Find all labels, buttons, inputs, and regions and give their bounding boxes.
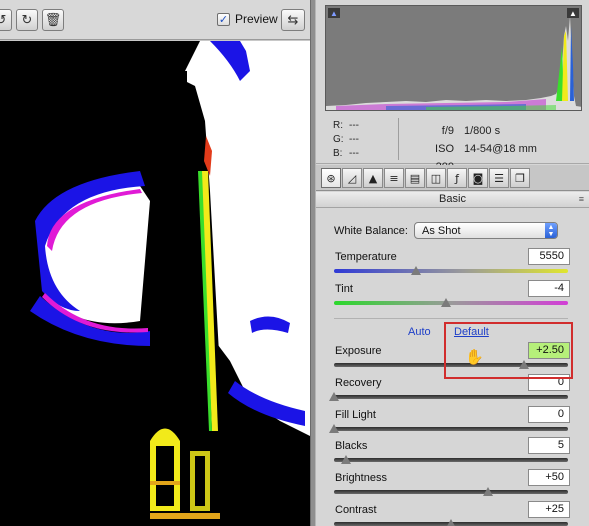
exposure-label: Exposure — [335, 345, 382, 357]
snapshots-icon[interactable]: ❐ — [510, 168, 530, 188]
auto-link[interactable]: Auto — [408, 326, 431, 338]
blacks-field[interactable]: 5 — [528, 437, 570, 454]
white-balance-label: White Balance: — [334, 224, 408, 237]
contrast-thumb[interactable] — [446, 519, 456, 526]
tone-curve-icon[interactable]: ◿ — [342, 168, 362, 188]
fill-light-label: Fill Light — [335, 409, 376, 421]
rgb-readout: R: --- G: --- B: --- — [333, 119, 359, 161]
presets-icon[interactable]: ☰ — [489, 168, 509, 188]
temperature-label: Temperature — [335, 251, 397, 263]
white-balance-value: As Shot — [421, 224, 461, 237]
lighthouse-image — [0, 41, 310, 526]
brightness-label: Brightness — [335, 472, 387, 484]
rotate-ccw-icon[interactable]: ↺ — [0, 9, 12, 31]
contrast-control: Contrast +25 — [334, 501, 570, 526]
camera-info: R:--- G:--- B:--- f/91/800 s ISO 20014-5… — [316, 112, 589, 173]
recovery-control: Recovery 0 — [329, 374, 570, 407]
white-balance-select[interactable]: As Shot ▲ ▼ — [413, 222, 558, 239]
fill-light-thumb[interactable] — [329, 424, 339, 433]
recovery-label: Recovery — [335, 377, 382, 389]
g-label: G: — [333, 134, 344, 145]
panel-tabs: ⊛ ◿ ▲ ≡ ▤ ◫ ƒ ◙ ☰ ❐ — [316, 165, 589, 191]
histogram-graph — [326, 16, 581, 110]
b-value: --- — [349, 148, 359, 159]
temperature-control: Temperature 5550 — [334, 248, 570, 281]
camera-raw-window: ↺ ↻ 🗑 ✓ Preview ⇆ ▲ ▲ R: --- G: --- B: -… — [0, 0, 589, 526]
adjustments-panel: ▲ ▲ R:--- G:--- B:--- f/91/800 s ISO 200… — [316, 0, 589, 526]
lens-corrections-icon[interactable]: ◫ — [426, 168, 446, 188]
brightness-field[interactable]: +50 — [528, 469, 570, 486]
tint-control: Tint -4 — [334, 280, 570, 313]
highlight-clip-icon[interactable]: ▲ — [567, 8, 579, 18]
chevron-updown-icon: ▲ ▼ — [544, 223, 557, 238]
shutter: 1/800 s — [464, 125, 501, 137]
fill-light-field[interactable]: 0 — [528, 406, 570, 423]
preview-toggle[interactable]: ✓ Preview — [217, 12, 278, 26]
g-value: --- — [349, 134, 359, 145]
blacks-control: Blacks 5 — [334, 437, 570, 470]
recovery-thumb[interactable] — [329, 392, 339, 401]
tint-label: Tint — [335, 283, 353, 295]
rotate-cw-icon[interactable]: ↻ — [16, 9, 38, 31]
hand-cursor-icon: ✋ — [465, 348, 484, 366]
basic-section-title: Basic — [439, 193, 466, 205]
aperture-icon[interactable]: ⊛ — [321, 168, 341, 188]
blacks-thumb[interactable] — [340, 455, 351, 464]
blacks-track[interactable] — [334, 458, 568, 462]
shadow-clip-icon[interactable]: ▲ — [328, 8, 340, 18]
histogram: ▲ ▲ — [325, 5, 582, 111]
fill-light-track[interactable] — [334, 427, 568, 431]
b-label: B: — [333, 148, 343, 159]
brightness-track[interactable] — [334, 490, 568, 494]
trash-icon[interactable]: 🗑 — [42, 9, 64, 31]
expand-arrows-icon[interactable]: ⇆ — [281, 9, 305, 31]
image-toolbar: ↺ ↻ 🗑 ✓ Preview ⇆ — [0, 0, 310, 40]
contrast-field[interactable]: +25 — [528, 501, 570, 518]
detail-icon[interactable]: ▲ — [363, 168, 383, 188]
basic-section-header: Basic ≡ — [316, 192, 589, 208]
temperature-track[interactable] — [334, 269, 568, 273]
temperature-field[interactable]: 5550 — [528, 248, 570, 265]
highlight-annotation-box — [444, 322, 573, 379]
fx-icon[interactable]: ƒ — [447, 168, 467, 188]
brightness-control: Brightness +50 — [334, 469, 570, 502]
aperture: f/9 — [441, 125, 454, 137]
tint-field[interactable]: -4 — [528, 280, 570, 297]
brightness-thumb[interactable] — [483, 487, 494, 496]
blacks-label: Blacks — [335, 440, 368, 452]
image-preview[interactable] — [0, 41, 310, 526]
info-divider — [398, 118, 399, 160]
section-divider — [334, 318, 568, 319]
contrast-label: Contrast — [335, 504, 377, 516]
split-toning-icon[interactable]: ▤ — [405, 168, 425, 188]
preview-checkbox[interactable]: ✓ — [217, 12, 230, 26]
tint-thumb[interactable] — [441, 298, 452, 307]
camera-calibration-icon[interactable]: ◙ — [468, 168, 488, 188]
r-label: R: — [333, 120, 343, 131]
temperature-thumb[interactable] — [410, 266, 421, 275]
panel-menu-icon[interactable]: ≡ — [579, 192, 584, 207]
r-value: --- — [349, 120, 359, 131]
recovery-track[interactable] — [334, 395, 568, 399]
fill-light-control: Fill Light 0 — [329, 406, 570, 439]
hsl-icon[interactable]: ≡ — [384, 168, 404, 188]
preview-label: Preview — [235, 12, 278, 26]
white-balance-row: White Balance: As Shot ▲ ▼ — [334, 222, 558, 239]
